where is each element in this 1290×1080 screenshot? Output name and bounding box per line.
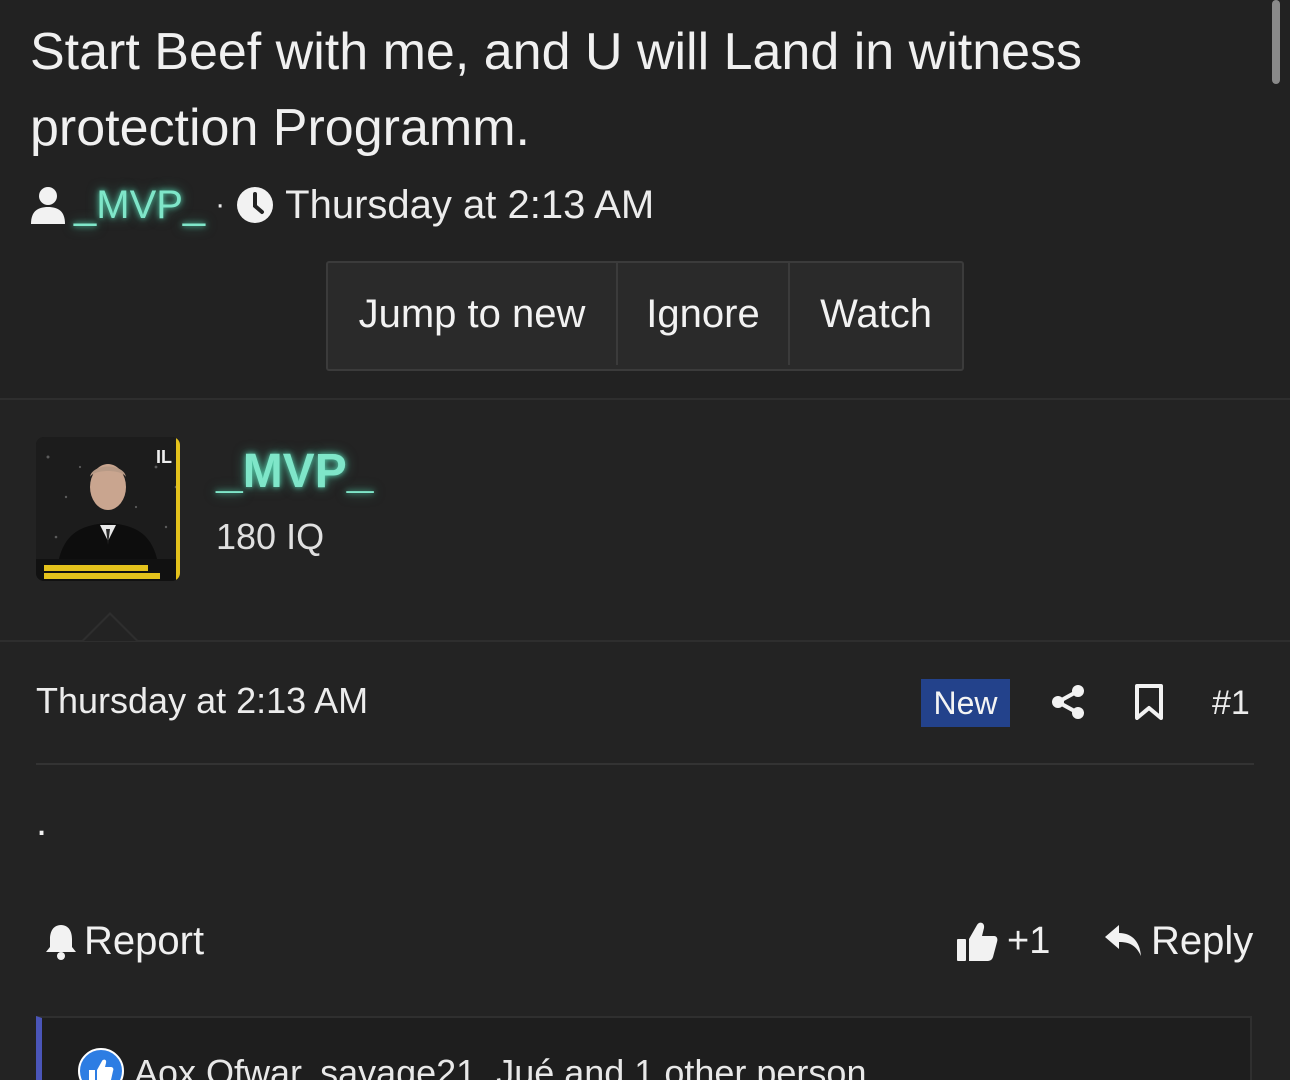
avatar[interactable]: IL (36, 437, 180, 581)
share-icon[interactable] (1050, 684, 1086, 720)
post-username[interactable]: _MVP_ (216, 444, 373, 499)
reply-button[interactable]: Reply (1103, 916, 1253, 966)
report-button[interactable]: Report (44, 916, 204, 966)
scrollbar-thumb[interactable] (1272, 0, 1280, 84)
meta-separator: · (215, 188, 226, 221)
bookmark-icon[interactable] (1134, 684, 1164, 720)
thread-header: Start Beef with me, and U will Land in w… (0, 0, 1290, 398)
new-badge: New (921, 679, 1010, 727)
report-label: Report (84, 918, 205, 963)
reply-label: Reply (1151, 918, 1254, 963)
bell-icon (46, 925, 76, 960)
thread-action-buttons: Jump to new Ignore Watch (326, 261, 964, 371)
post-date[interactable]: Thursday at 2:13 AM (36, 680, 368, 722)
reactions-bar[interactable]: Aox Ofwar, savage21, Jué and 1 other per… (36, 1016, 1252, 1080)
user-title: 180 IQ (216, 516, 325, 557)
thumbs-up-icon (957, 922, 998, 961)
reactions-list[interactable]: Aox Ofwar, savage21, Jué and 1 other per… (134, 1052, 866, 1080)
watch-button[interactable]: Watch (790, 263, 962, 365)
thread-meta: _MVP_ · Thursday at 2:13 AM (30, 180, 654, 230)
clock-icon (237, 187, 274, 223)
post-body: . (36, 800, 48, 844)
post-header-divider (36, 763, 1254, 765)
user-icon (31, 187, 65, 224)
post-number-link[interactable]: #1 (1212, 684, 1250, 723)
post-user-block: IL _MVP_ 180 IQ (0, 400, 1290, 640)
user-block-border (0, 640, 1290, 642)
forum-thread-page: Start Beef with me, and U will Land in w… (0, 0, 1290, 1080)
reply-icon (1105, 925, 1141, 956)
thread-date[interactable]: Thursday at 2:13 AM (285, 183, 654, 228)
thread-title: Start Beef with me, and U will Land in w… (30, 23, 1083, 157)
arrow-notch-inner (84, 615, 136, 641)
jump-to-new-button[interactable]: Jump to new (328, 263, 618, 365)
ignore-button[interactable]: Ignore (618, 263, 790, 365)
svg-text:IL: IL (156, 447, 172, 467)
like-button[interactable]: +1 (955, 916, 1050, 966)
thread-author-link[interactable]: _MVP_ (74, 183, 205, 228)
like-count: +1 (1007, 919, 1051, 962)
avatar-image: IL (36, 437, 180, 581)
like-reaction-icon (78, 1048, 124, 1080)
